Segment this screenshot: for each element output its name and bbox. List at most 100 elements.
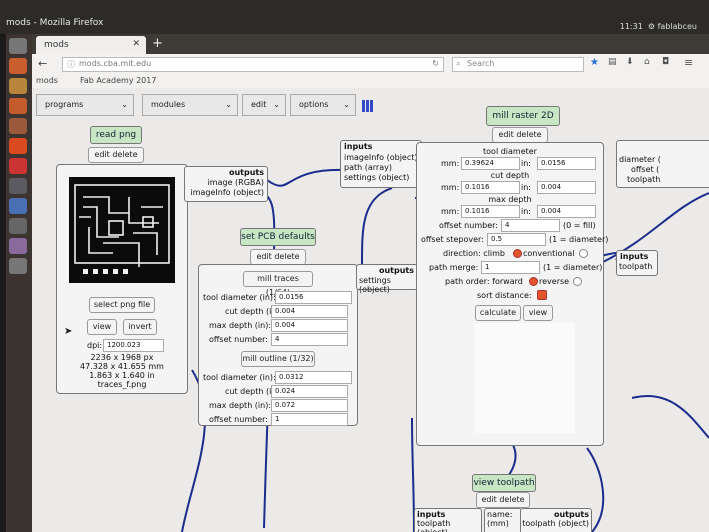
search-placeholder: Search bbox=[467, 59, 495, 68]
in-label: in: bbox=[521, 207, 531, 216]
outputs-header: outputs bbox=[228, 168, 264, 177]
bookmark-mods[interactable]: mods bbox=[36, 76, 58, 85]
bookmark-fab-academy[interactable]: Fab Academy 2017 bbox=[80, 76, 156, 85]
outline-max-depth-input[interactable]: 0.072 bbox=[271, 399, 348, 412]
browser-tab[interactable]: mods ✕ bbox=[36, 36, 146, 54]
path-merge-hint: (1 = diameter) bbox=[543, 263, 603, 272]
input-settings[interactable]: settings (object) bbox=[344, 173, 409, 182]
output-image[interactable]: image (RGBA) bbox=[208, 178, 264, 187]
pcb-traces bbox=[74, 184, 170, 274]
app-icon[interactable] bbox=[9, 178, 27, 194]
terminal-icon[interactable] bbox=[9, 218, 27, 234]
cut-depth-in-input[interactable]: 0.004 bbox=[537, 181, 596, 194]
invert-button[interactable]: invert bbox=[123, 319, 157, 335]
dpi-input[interactable]: 1200.023 bbox=[103, 339, 164, 352]
menu-icon[interactable]: ≡ bbox=[684, 56, 693, 69]
pcb-outputs: outputs settings (object) bbox=[356, 264, 418, 294]
launcher-icon[interactable] bbox=[9, 38, 27, 54]
firefox-icon[interactable] bbox=[9, 58, 27, 74]
outline-tool-diameter-input[interactable]: 0.0312 bbox=[275, 371, 352, 384]
input-imageinfo[interactable]: imageInfo (object) bbox=[344, 153, 418, 162]
tool-diameter-mm-input[interactable]: 0.39624 bbox=[461, 157, 520, 170]
path-merge-input[interactable]: 1 bbox=[481, 261, 540, 274]
options-select[interactable]: options ⌄ bbox=[290, 94, 356, 116]
output-imageinfo[interactable]: imageInfo (object) bbox=[191, 188, 265, 197]
view-toolpath-edit-delete[interactable]: edit delete bbox=[476, 492, 530, 508]
offset-stepover-input[interactable]: 0.5 bbox=[487, 233, 546, 246]
nav-bar: ← ⓘ mods.cba.mit.edu ↻ ⌕ Search ★ ▤ ⬇ ⌂ … bbox=[32, 54, 709, 75]
output-diameter[interactable]: diameter ( bbox=[619, 155, 661, 164]
max-depth-mm-input[interactable]: 0.1016 bbox=[461, 205, 520, 218]
app-icon[interactable] bbox=[9, 198, 27, 214]
software-icon[interactable] bbox=[9, 98, 27, 114]
input-toolpath[interactable]: toolpath bbox=[619, 262, 652, 271]
modules-select[interactable]: modules ⌄ bbox=[142, 94, 238, 116]
url-bar[interactable]: ⓘ mods.cba.mit.edu ↻ bbox=[62, 57, 444, 72]
traces-max-depth-input[interactable]: 0.004 bbox=[271, 319, 348, 332]
cut-depth-title: cut depth bbox=[490, 171, 530, 180]
sort-distance-checkbox[interactable] bbox=[537, 290, 547, 300]
info-mm: 47.328 x 41.655 mm bbox=[80, 362, 164, 371]
app-icon[interactable] bbox=[9, 238, 27, 254]
close-icon[interactable]: ✕ bbox=[132, 39, 140, 49]
back-icon[interactable]: ← bbox=[38, 57, 47, 70]
files-icon[interactable] bbox=[9, 78, 27, 94]
app-icon[interactable] bbox=[9, 138, 27, 154]
output-toolpath[interactable]: toolpath bbox=[627, 175, 660, 184]
conventional-radio[interactable] bbox=[579, 249, 588, 258]
outline-cut-depth-input[interactable]: 0.024 bbox=[271, 385, 348, 398]
path-order-label: path order: forward bbox=[445, 277, 523, 286]
pcb-edit-delete[interactable]: edit delete bbox=[250, 249, 306, 265]
mill-traces-button[interactable]: mill traces (1/64) bbox=[243, 271, 313, 297]
calculate-button[interactable]: calculate bbox=[475, 305, 521, 321]
new-tab-icon[interactable]: + bbox=[152, 36, 163, 51]
mill-edit-delete[interactable]: edit delete bbox=[492, 127, 548, 143]
programs-select[interactable]: programs ⌄ bbox=[36, 94, 134, 116]
bookmark-star-icon[interactable]: ★ bbox=[590, 57, 599, 68]
clipboard-icon[interactable]: ▤ bbox=[608, 57, 617, 67]
cut-depth-mm-input[interactable]: 0.1016 bbox=[461, 181, 520, 194]
output-settings[interactable]: settings (object) bbox=[359, 276, 417, 294]
read-png-edit-delete[interactable]: edit delete bbox=[88, 147, 144, 163]
edit-select[interactable]: edit ⌄ bbox=[242, 94, 286, 116]
home-icon[interactable]: ⌂ bbox=[644, 57, 650, 67]
offset-number-input[interactable]: 4 bbox=[501, 219, 560, 232]
pcb-defaults-title[interactable]: set PCB defaults bbox=[240, 228, 316, 246]
search-input[interactable]: ⌕ Search bbox=[452, 57, 584, 72]
bottom-inputs: inputs toolpath (object) bbox=[414, 508, 482, 532]
download-icon[interactable]: ⬇ bbox=[626, 57, 634, 67]
mill-raster-title[interactable]: mill raster 2D bbox=[486, 106, 560, 126]
traces-tool-diameter-input[interactable]: 0.0156 bbox=[275, 291, 352, 304]
climb-radio[interactable] bbox=[513, 249, 522, 258]
output-offset[interactable]: offset ( bbox=[631, 165, 659, 174]
select-png-file-button[interactable]: select png file bbox=[89, 297, 155, 313]
input-path[interactable]: path (array) bbox=[344, 163, 392, 172]
read-png-panel: select png file view invert dpi: 1200.02… bbox=[56, 164, 188, 394]
traces-offset-number-input[interactable]: 4 bbox=[271, 333, 348, 346]
mm-label: mm: bbox=[441, 183, 460, 192]
view-toolpath-title[interactable]: view toolpath bbox=[472, 474, 536, 492]
reverse-radio[interactable] bbox=[573, 277, 582, 286]
pocket-icon[interactable]: ◘ bbox=[662, 57, 669, 67]
app-icon[interactable] bbox=[9, 158, 27, 174]
view-button[interactable]: view bbox=[87, 319, 117, 335]
window-title: mods - Mozilla Firefox bbox=[6, 18, 104, 28]
traces-cut-depth-input[interactable]: 0.004 bbox=[271, 305, 348, 318]
tab-bar: mods ✕ + bbox=[32, 34, 709, 54]
mill-outline-button[interactable]: mill outline (1/32) bbox=[241, 351, 315, 367]
input-toolpath[interactable]: toolpath (object) bbox=[417, 519, 481, 532]
tool-diameter-in-input[interactable]: 0.0156 bbox=[537, 157, 596, 170]
output-toolpath[interactable]: toolpath (object) bbox=[522, 519, 589, 528]
outline-offset-number-input[interactable]: 1 bbox=[271, 413, 348, 426]
grid-icon[interactable] bbox=[362, 100, 374, 112]
view-button[interactable]: view bbox=[523, 305, 553, 321]
app-icon[interactable] bbox=[9, 258, 27, 274]
os-top-bar: mods - Mozilla Firefox 11:31 ⚙ fablabceu bbox=[0, 0, 709, 34]
forward-radio[interactable] bbox=[529, 277, 538, 286]
info-px: 2236 x 1968 px bbox=[90, 353, 154, 362]
gear-icon[interactable]: ⚙ bbox=[648, 22, 655, 31]
app-icon[interactable] bbox=[9, 118, 27, 134]
reload-icon[interactable]: ↻ bbox=[432, 59, 439, 68]
read-png-title[interactable]: read png bbox=[90, 126, 142, 144]
max-depth-in-input[interactable]: 0.004 bbox=[537, 205, 596, 218]
